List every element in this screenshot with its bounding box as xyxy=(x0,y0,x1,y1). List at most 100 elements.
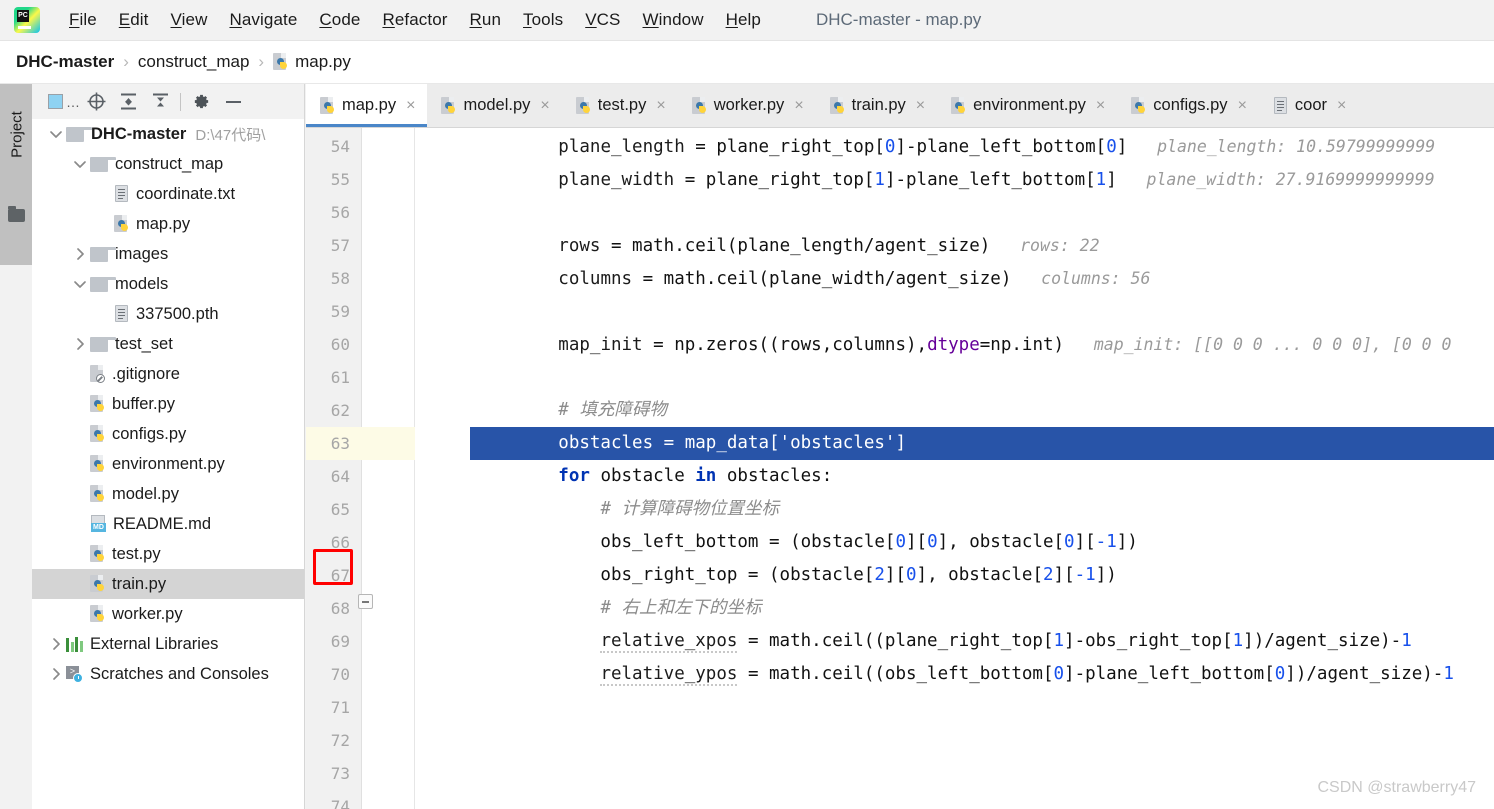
tree-item-construct-map[interactable]: construct_map xyxy=(32,149,305,179)
code-line-57[interactable]: 57 rows = math.ceil(plane_length/agent_s… xyxy=(306,229,1494,262)
tree-item-buffer-py[interactable]: buffer.py xyxy=(32,389,305,419)
editor-tab-label: environment.py xyxy=(973,96,1086,115)
code-line-54[interactable]: 54 plane_length = plane_right_top[0]-pla… xyxy=(306,130,1494,163)
close-icon[interactable]: × xyxy=(1096,98,1105,114)
tree-item-dhc-master[interactable]: DHC-masterD:\47代码\ xyxy=(32,119,305,149)
expand-all-icon xyxy=(119,92,138,111)
locate-in-tree-button[interactable] xyxy=(80,88,112,116)
editor-tab-train-py[interactable]: train.py× xyxy=(816,84,937,127)
code-line-62[interactable]: 62 # 填充障碍物 xyxy=(306,394,1494,427)
line-number: 72 xyxy=(306,724,350,757)
editor-tab-test-py[interactable]: test.py× xyxy=(562,84,678,127)
chevron-down-icon[interactable] xyxy=(46,124,66,144)
editor-tab-environment-py[interactable]: environment.py × xyxy=(937,84,1117,127)
python-file-icon xyxy=(830,97,846,115)
python-file-icon xyxy=(90,425,106,443)
code-line-59[interactable]: 59 xyxy=(306,295,1494,328)
chevron-down-icon[interactable] xyxy=(70,154,90,174)
code-line-56[interactable]: 56 xyxy=(306,196,1494,229)
project-tool-button[interactable]: Project xyxy=(0,84,32,265)
tree-item-readme-md[interactable]: MDREADME.md xyxy=(32,509,305,539)
close-icon[interactable]: × xyxy=(1238,98,1247,114)
tree-item-map-py[interactable]: map.py xyxy=(32,209,305,239)
close-icon[interactable]: × xyxy=(794,98,803,114)
code-line-70[interactable]: 70 relative_ypos = math.ceil((obs_left_b… xyxy=(306,658,1494,691)
code-line-58[interactable]: 58 columns = math.ceil(plane_width/agent… xyxy=(306,262,1494,295)
code-line-64[interactable]: 64 for obstacle in obstacles: xyxy=(306,460,1494,493)
chevron-right-icon[interactable] xyxy=(46,634,66,654)
tree-item-337500-pth[interactable]: 337500.pth xyxy=(32,299,305,329)
code-line-68[interactable]: 68 # 右上和左下的坐标 xyxy=(306,592,1494,625)
menu-item-file[interactable]: File xyxy=(58,8,108,32)
code-line-72[interactable]: 72 xyxy=(306,724,1494,757)
code-line-63[interactable]: 63 obstacles = map_data['obstacles'] xyxy=(306,427,1494,460)
chevron-right-icon[interactable] xyxy=(46,664,66,684)
tree-item-worker-py[interactable]: worker.py xyxy=(32,599,305,629)
code-line-69[interactable]: 69 relative_xpos = math.ceil((plane_righ… xyxy=(306,625,1494,658)
menu-bar: PC FileEditViewNavigateCodeRefactorRunTo… xyxy=(0,0,1494,41)
tree-item-scratches-and-consoles[interactable]: >Scratches and Consoles xyxy=(32,659,305,689)
menu-item-window[interactable]: Window xyxy=(632,8,715,32)
code-editor[interactable]: 54 plane_length = plane_right_top[0]-pla… xyxy=(306,128,1494,809)
close-icon[interactable]: × xyxy=(916,98,925,114)
tree-item-external-libraries[interactable]: External Libraries xyxy=(32,629,305,659)
chevron-right-icon[interactable] xyxy=(70,244,90,264)
chevron-down-icon[interactable] xyxy=(70,274,90,294)
breadcrumb-item-map-py[interactable]: map.py xyxy=(273,52,351,72)
chevron-right-icon[interactable] xyxy=(70,334,90,354)
breadcrumb-item-dhc-master[interactable]: DHC-master xyxy=(16,52,114,72)
close-icon[interactable]: × xyxy=(1337,98,1346,114)
settings-button[interactable] xyxy=(185,88,217,116)
editor-tab-configs-py[interactable]: configs.py× xyxy=(1117,84,1259,127)
folder-icon xyxy=(90,157,108,172)
tree-item-models[interactable]: models xyxy=(32,269,305,299)
tree-item-model-py[interactable]: model.py xyxy=(32,479,305,509)
code-line-60[interactable]: 60 map_init = np.zeros((rows,columns),dt… xyxy=(306,328,1494,361)
tree-spacer xyxy=(70,604,90,624)
editor-tab-model-py[interactable]: model.py× xyxy=(427,84,561,127)
tree-item-images[interactable]: images xyxy=(32,239,305,269)
menu-item-view[interactable]: View xyxy=(160,8,219,32)
line-number: 69 xyxy=(306,625,350,658)
tree-item--gitignore[interactable]: .gitignore xyxy=(32,359,305,389)
menu-item-vcs[interactable]: VCS xyxy=(574,8,631,32)
tree-item-label: .gitignore xyxy=(112,365,180,384)
hide-panel-button[interactable] xyxy=(217,88,249,116)
code-line-66[interactable]: 66 obs_left_bottom = (obstacle[0][0], ob… xyxy=(306,526,1494,559)
close-icon[interactable]: × xyxy=(540,98,549,114)
line-number: 74 xyxy=(306,790,350,809)
code-line-65[interactable]: 65 # 计算障碍物位置坐标 xyxy=(306,493,1494,526)
menu-item-edit[interactable]: Edit xyxy=(108,8,160,32)
tree-item-configs-py[interactable]: configs.py xyxy=(32,419,305,449)
code-line-73[interactable]: 73 xyxy=(306,757,1494,790)
expand-all-button[interactable] xyxy=(112,88,144,116)
code-line-55[interactable]: 55 plane_width = plane_right_top[1]-plan… xyxy=(306,163,1494,196)
menu-item-code[interactable]: Code xyxy=(308,8,371,32)
code-line-67[interactable]: 67 obs_right_top = (obstacle[2][0], obst… xyxy=(306,559,1494,592)
menu-item-navigate[interactable]: Navigate xyxy=(218,8,308,32)
tree-item-test-py[interactable]: test.py xyxy=(32,539,305,569)
fold-marker-icon[interactable] xyxy=(358,594,373,609)
menu-item-refactor[interactable]: Refactor xyxy=(371,8,458,32)
code-line-71[interactable]: 71 xyxy=(306,691,1494,724)
editor-tab-map-py[interactable]: map.py× xyxy=(306,84,427,127)
collapse-all-button[interactable] xyxy=(144,88,176,116)
tree-item-coordinate-txt[interactable]: coordinate.txt xyxy=(32,179,305,209)
tree-item-test-set[interactable]: test_set xyxy=(32,329,305,359)
code-line-61[interactable]: 61 xyxy=(306,361,1494,394)
tree-item-environment-py[interactable]: environment.py xyxy=(32,449,305,479)
line-number: 70 xyxy=(306,658,350,691)
editor-tab-coor[interactable]: coor× xyxy=(1259,84,1358,127)
tree-spacer xyxy=(94,184,114,204)
close-icon[interactable]: × xyxy=(406,98,415,114)
code-text xyxy=(474,724,1494,757)
menu-item-run[interactable]: Run xyxy=(459,8,513,32)
editor-tab-worker-py[interactable]: worker.py× xyxy=(678,84,816,127)
close-icon[interactable]: × xyxy=(656,98,665,114)
breadcrumb-item-construct-map[interactable]: construct_map xyxy=(138,52,250,72)
menu-item-tools[interactable]: Tools xyxy=(512,8,574,32)
code-line-74[interactable]: 74 xyxy=(306,790,1494,809)
project-scope-selector-button[interactable]: … xyxy=(48,88,80,116)
tree-item-train-py[interactable]: train.py xyxy=(32,569,305,599)
menu-item-help[interactable]: Help xyxy=(715,8,772,32)
